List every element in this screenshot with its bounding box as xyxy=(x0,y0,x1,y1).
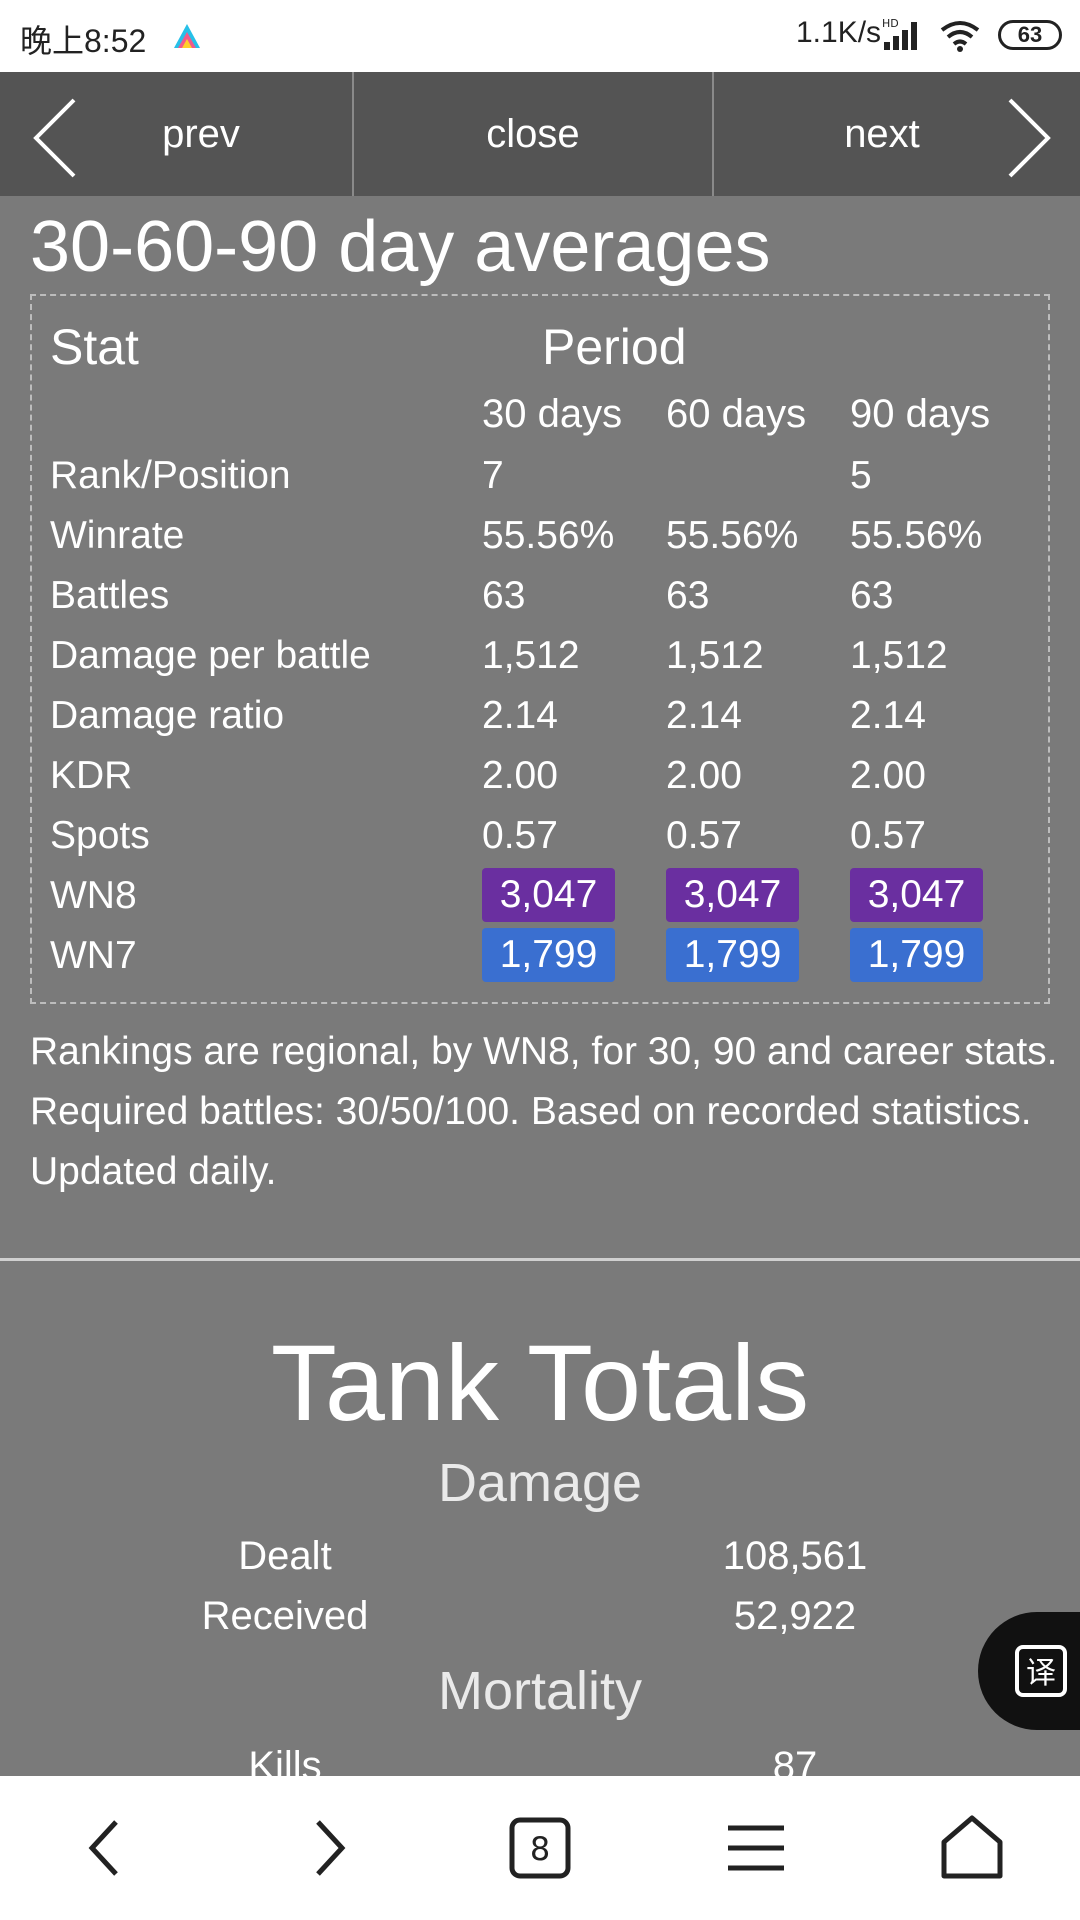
app-notification-icon xyxy=(174,24,200,48)
rankings-note: Rankings are regional, by WN8, for 30, 9… xyxy=(30,1030,1058,1193)
cell-value: 7 xyxy=(482,454,504,497)
signal-icon: HD xyxy=(882,17,917,50)
wn7-badge: 1,799 xyxy=(850,928,983,982)
tank-totals-title: Tank Totals xyxy=(270,1322,810,1443)
totals-value: 87 xyxy=(772,1744,818,1776)
top-navigation: prev close next xyxy=(0,72,1080,196)
totals-label: Kills xyxy=(248,1744,322,1776)
network-speed: 1.1K/s xyxy=(796,16,882,49)
table-row: Spots 0.57 0.57 0.57 xyxy=(32,806,1048,866)
header-period: Period xyxy=(542,319,687,375)
cell-value: 63 xyxy=(850,574,894,617)
cell-value: 0.57 xyxy=(666,814,742,857)
column-90-days: 90 days xyxy=(850,392,991,436)
wn8-badge: 3,047 xyxy=(666,868,799,922)
battery-indicator: 63 xyxy=(998,20,1062,50)
close-button[interactable]: close xyxy=(354,72,714,196)
cell-value: 63 xyxy=(482,574,526,617)
cell-value: 1,512 xyxy=(850,634,948,677)
mortality-heading: Mortality xyxy=(437,1661,643,1721)
table-row: Winrate 55.56% 55.56% 55.56% xyxy=(32,506,1048,566)
svg-text:译: 译 xyxy=(1026,1656,1056,1691)
wn8-badge: 3,047 xyxy=(482,868,615,922)
totals-value: 52,922 xyxy=(733,1594,857,1638)
table-row: Damage per battle 1,512 1,512 1,512 xyxy=(32,626,1048,686)
row-label: Damage ratio xyxy=(50,694,285,737)
back-icon[interactable] xyxy=(70,1812,142,1884)
row-label: Spots xyxy=(50,814,150,857)
prev-label: prev xyxy=(162,111,240,156)
menu-icon[interactable] xyxy=(720,1812,792,1884)
cell-value: 1,512 xyxy=(666,634,764,677)
column-60-days: 60 days xyxy=(666,392,807,436)
totals-label: Received xyxy=(201,1594,369,1638)
prev-button[interactable]: prev xyxy=(0,72,354,196)
row-label: Damage per battle xyxy=(50,634,371,677)
cell-value: 2.14 xyxy=(666,694,742,737)
table-row: WN8 3,047 3,047 3,047 xyxy=(32,866,1048,926)
row-label: Winrate xyxy=(50,514,185,557)
browser-toolbar: 8 xyxy=(0,1776,1080,1920)
next-label: next xyxy=(844,111,920,156)
cell-value: 5 xyxy=(850,454,872,497)
home-icon[interactable] xyxy=(936,1812,1008,1884)
cell-value: 2.00 xyxy=(666,754,742,797)
status-bar: 晚上8:52 1.1K/s HD 63 xyxy=(0,0,1080,72)
row-label: WN8 xyxy=(50,874,137,917)
cell-value: 0.57 xyxy=(850,814,926,857)
cell-value: 55.56% xyxy=(850,514,983,557)
averages-title: 30-60-90 day averages xyxy=(30,207,771,287)
cell-value: 0.57 xyxy=(482,814,558,857)
table-row: Battles 63 63 63 xyxy=(32,566,1048,626)
cell-value: 1,512 xyxy=(482,634,580,677)
damage-heading: Damage xyxy=(437,1453,643,1513)
svg-text:HD: HD xyxy=(882,17,899,30)
averages-table: Stat Period 30 days 60 days 90 days Rank… xyxy=(30,294,1050,1004)
row-label: WN7 xyxy=(50,934,137,977)
tabs-icon[interactable]: 8 xyxy=(504,1812,576,1884)
wn8-badge: 3,047 xyxy=(850,868,983,922)
translate-icon: 译 xyxy=(1015,1645,1067,1697)
row-label: Rank/Position xyxy=(50,454,291,497)
row-label: KDR xyxy=(50,754,133,797)
cell-value: 2.14 xyxy=(482,694,558,737)
svg-text:8: 8 xyxy=(530,1830,550,1868)
totals-value: 108,561 xyxy=(722,1534,868,1578)
header-stat: Stat xyxy=(50,319,139,375)
chevron-left-icon xyxy=(33,98,76,178)
status-time: 晚上8:52 xyxy=(20,23,147,59)
cell-value: 63 xyxy=(666,574,710,617)
row-label: Battles xyxy=(50,574,170,617)
table-row: WN7 1,799 1,799 1,799 xyxy=(32,926,1048,986)
next-button[interactable]: next xyxy=(714,72,1080,196)
section-divider xyxy=(0,1258,1080,1261)
table-row: KDR 2.00 2.00 2.00 xyxy=(32,746,1048,806)
table-row: Damage ratio 2.14 2.14 2.14 xyxy=(32,686,1048,746)
close-label: close xyxy=(486,111,580,156)
chevron-right-icon xyxy=(1008,98,1051,178)
cell-value: 55.56% xyxy=(482,514,615,557)
column-30-days: 30 days xyxy=(482,392,623,436)
cell-value: 55.56% xyxy=(666,514,799,557)
table-row: Rank/Position 7 5 xyxy=(32,446,1048,506)
wifi-icon xyxy=(940,21,980,52)
cell-value: 2.00 xyxy=(482,754,558,797)
wn7-badge: 1,799 xyxy=(666,928,799,982)
cell-value: 2.00 xyxy=(850,754,926,797)
wn7-badge: 1,799 xyxy=(482,928,615,982)
totals-label: Dealt xyxy=(238,1534,332,1578)
totals-row: Kills 87 xyxy=(0,1744,1080,1776)
cell-value: 2.14 xyxy=(850,694,926,737)
forward-icon[interactable] xyxy=(292,1812,364,1884)
